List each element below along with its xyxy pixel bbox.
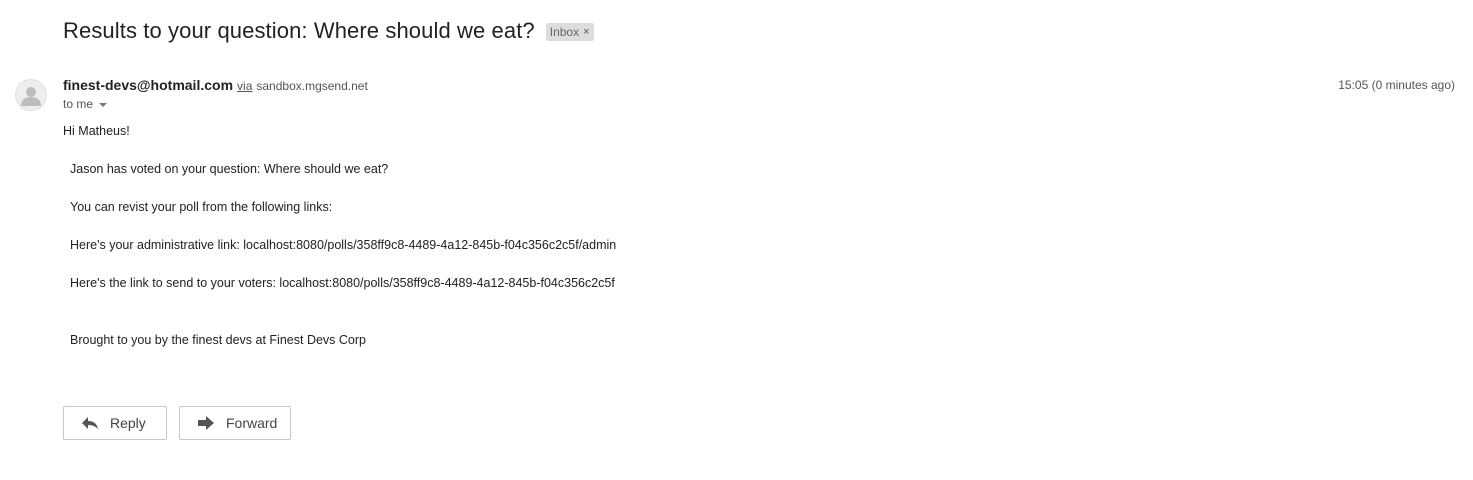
default-avatar-icon <box>15 79 47 111</box>
email-subject: Results to your question: Where should w… <box>63 18 535 43</box>
reply-label: Reply <box>110 415 146 431</box>
sender-row: finest-devs@hotmail.com via sandbox.mgse… <box>63 77 368 93</box>
admin-link-text: Here's your administrative link: localho… <box>70 238 617 252</box>
vote-text: Jason has voted on your question: Where … <box>70 162 389 176</box>
remove-label-icon[interactable]: × <box>583 26 589 38</box>
recipient-row[interactable]: to me <box>63 97 108 111</box>
email-view: Results to your question: Where should w… <box>0 0 1473 480</box>
sender-address[interactable]: finest-devs@hotmail.com <box>63 77 233 93</box>
avatar-silhouette <box>21 87 41 106</box>
inbox-label-chip[interactable]: Inbox × <box>545 23 594 41</box>
inbox-label-text: Inbox <box>549 25 580 39</box>
forward-label: Forward <box>226 415 278 431</box>
greeting-text: Hi Matheus! <box>63 124 130 138</box>
recipient-text: to me <box>63 97 94 111</box>
reply-button[interactable]: Reply <box>63 406 167 440</box>
forward-arrow-icon <box>198 416 214 430</box>
via-link[interactable]: via <box>237 79 252 93</box>
reply-arrow-icon <box>82 416 98 430</box>
forward-button[interactable]: Forward <box>179 406 291 440</box>
via-domain: sandbox.mgsend.net <box>256 79 368 93</box>
chevron-down-icon[interactable] <box>99 102 108 107</box>
signature-text: Brought to you by the finest devs at Fin… <box>70 333 366 347</box>
email-timestamp: 15:05 (0 minutes ago) <box>1338 78 1455 92</box>
revisit-text: You can revist your poll from the follow… <box>70 200 333 214</box>
subject-row: Results to your question: Where should w… <box>63 18 594 44</box>
reply-actions: Reply Forward <box>63 406 291 440</box>
voters-link-text: Here's the link to send to your voters: … <box>70 276 615 290</box>
